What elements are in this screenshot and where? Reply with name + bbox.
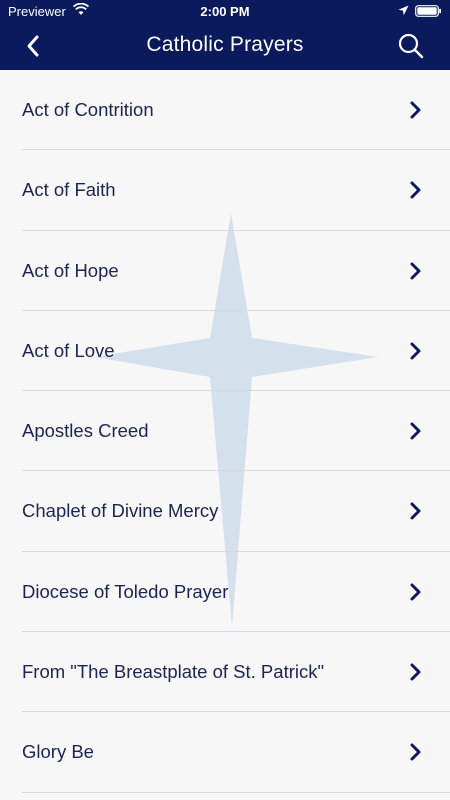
list-item[interactable]: Glory Be [22, 712, 450, 793]
battery-full-icon [415, 5, 442, 20]
nav-bar: Catholic Prayers [0, 22, 450, 70]
prayer-label: Act of Contrition [22, 99, 154, 120]
prayer-label: Chaplet of Divine Mercy [22, 500, 219, 522]
list-item[interactable]: Act of Contrition [22, 70, 450, 151]
chevron-right-icon [410, 583, 421, 601]
prayer-label: Apostles Creed [22, 420, 149, 442]
chevron-right-icon [410, 101, 421, 119]
chevron-right-icon [410, 502, 421, 520]
prayer-list-container[interactable]: Act of Contrition Act of Faith Act of Ho… [0, 70, 450, 800]
search-button[interactable] [397, 32, 425, 60]
list-item[interactable]: Diocese of Toledo Prayer [22, 552, 450, 633]
chevron-right-icon [410, 262, 421, 280]
search-icon [398, 33, 424, 59]
chevron-right-icon [410, 663, 421, 681]
location-arrow-icon [398, 4, 409, 19]
chevron-right-icon [410, 422, 421, 440]
status-bar: Previewer 2:00 PM [0, 0, 450, 22]
list-item[interactable]: Act of Love [22, 311, 450, 392]
prayer-label: Act of Faith [22, 179, 116, 201]
list-item[interactable]: Act of Faith [22, 150, 450, 231]
prayer-label: Diocese of Toledo Prayer [22, 580, 229, 602]
status-time: 2:00 PM [200, 4, 250, 19]
chevron-right-icon [410, 743, 421, 761]
list-item[interactable]: Apostles Creed [22, 391, 450, 472]
prayer-label: Act of Love [22, 339, 115, 361]
prayer-list: Act of Contrition Act of Faith Act of Ho… [0, 70, 450, 793]
chevron-right-icon [410, 181, 421, 199]
page-title: Catholic Prayers [146, 33, 304, 56]
list-item[interactable]: Chaplet of Divine Mercy [22, 471, 450, 552]
list-item[interactable]: From "The Breastplate of St. Patrick" [22, 632, 450, 713]
prayer-label: Act of Hope [22, 259, 119, 281]
prayer-label: From "The Breastplate of St. Patrick" [22, 661, 325, 683]
prayer-label: Glory Be [22, 741, 94, 763]
list-item[interactable]: Act of Hope [22, 231, 450, 311]
chevron-right-icon [410, 342, 421, 360]
